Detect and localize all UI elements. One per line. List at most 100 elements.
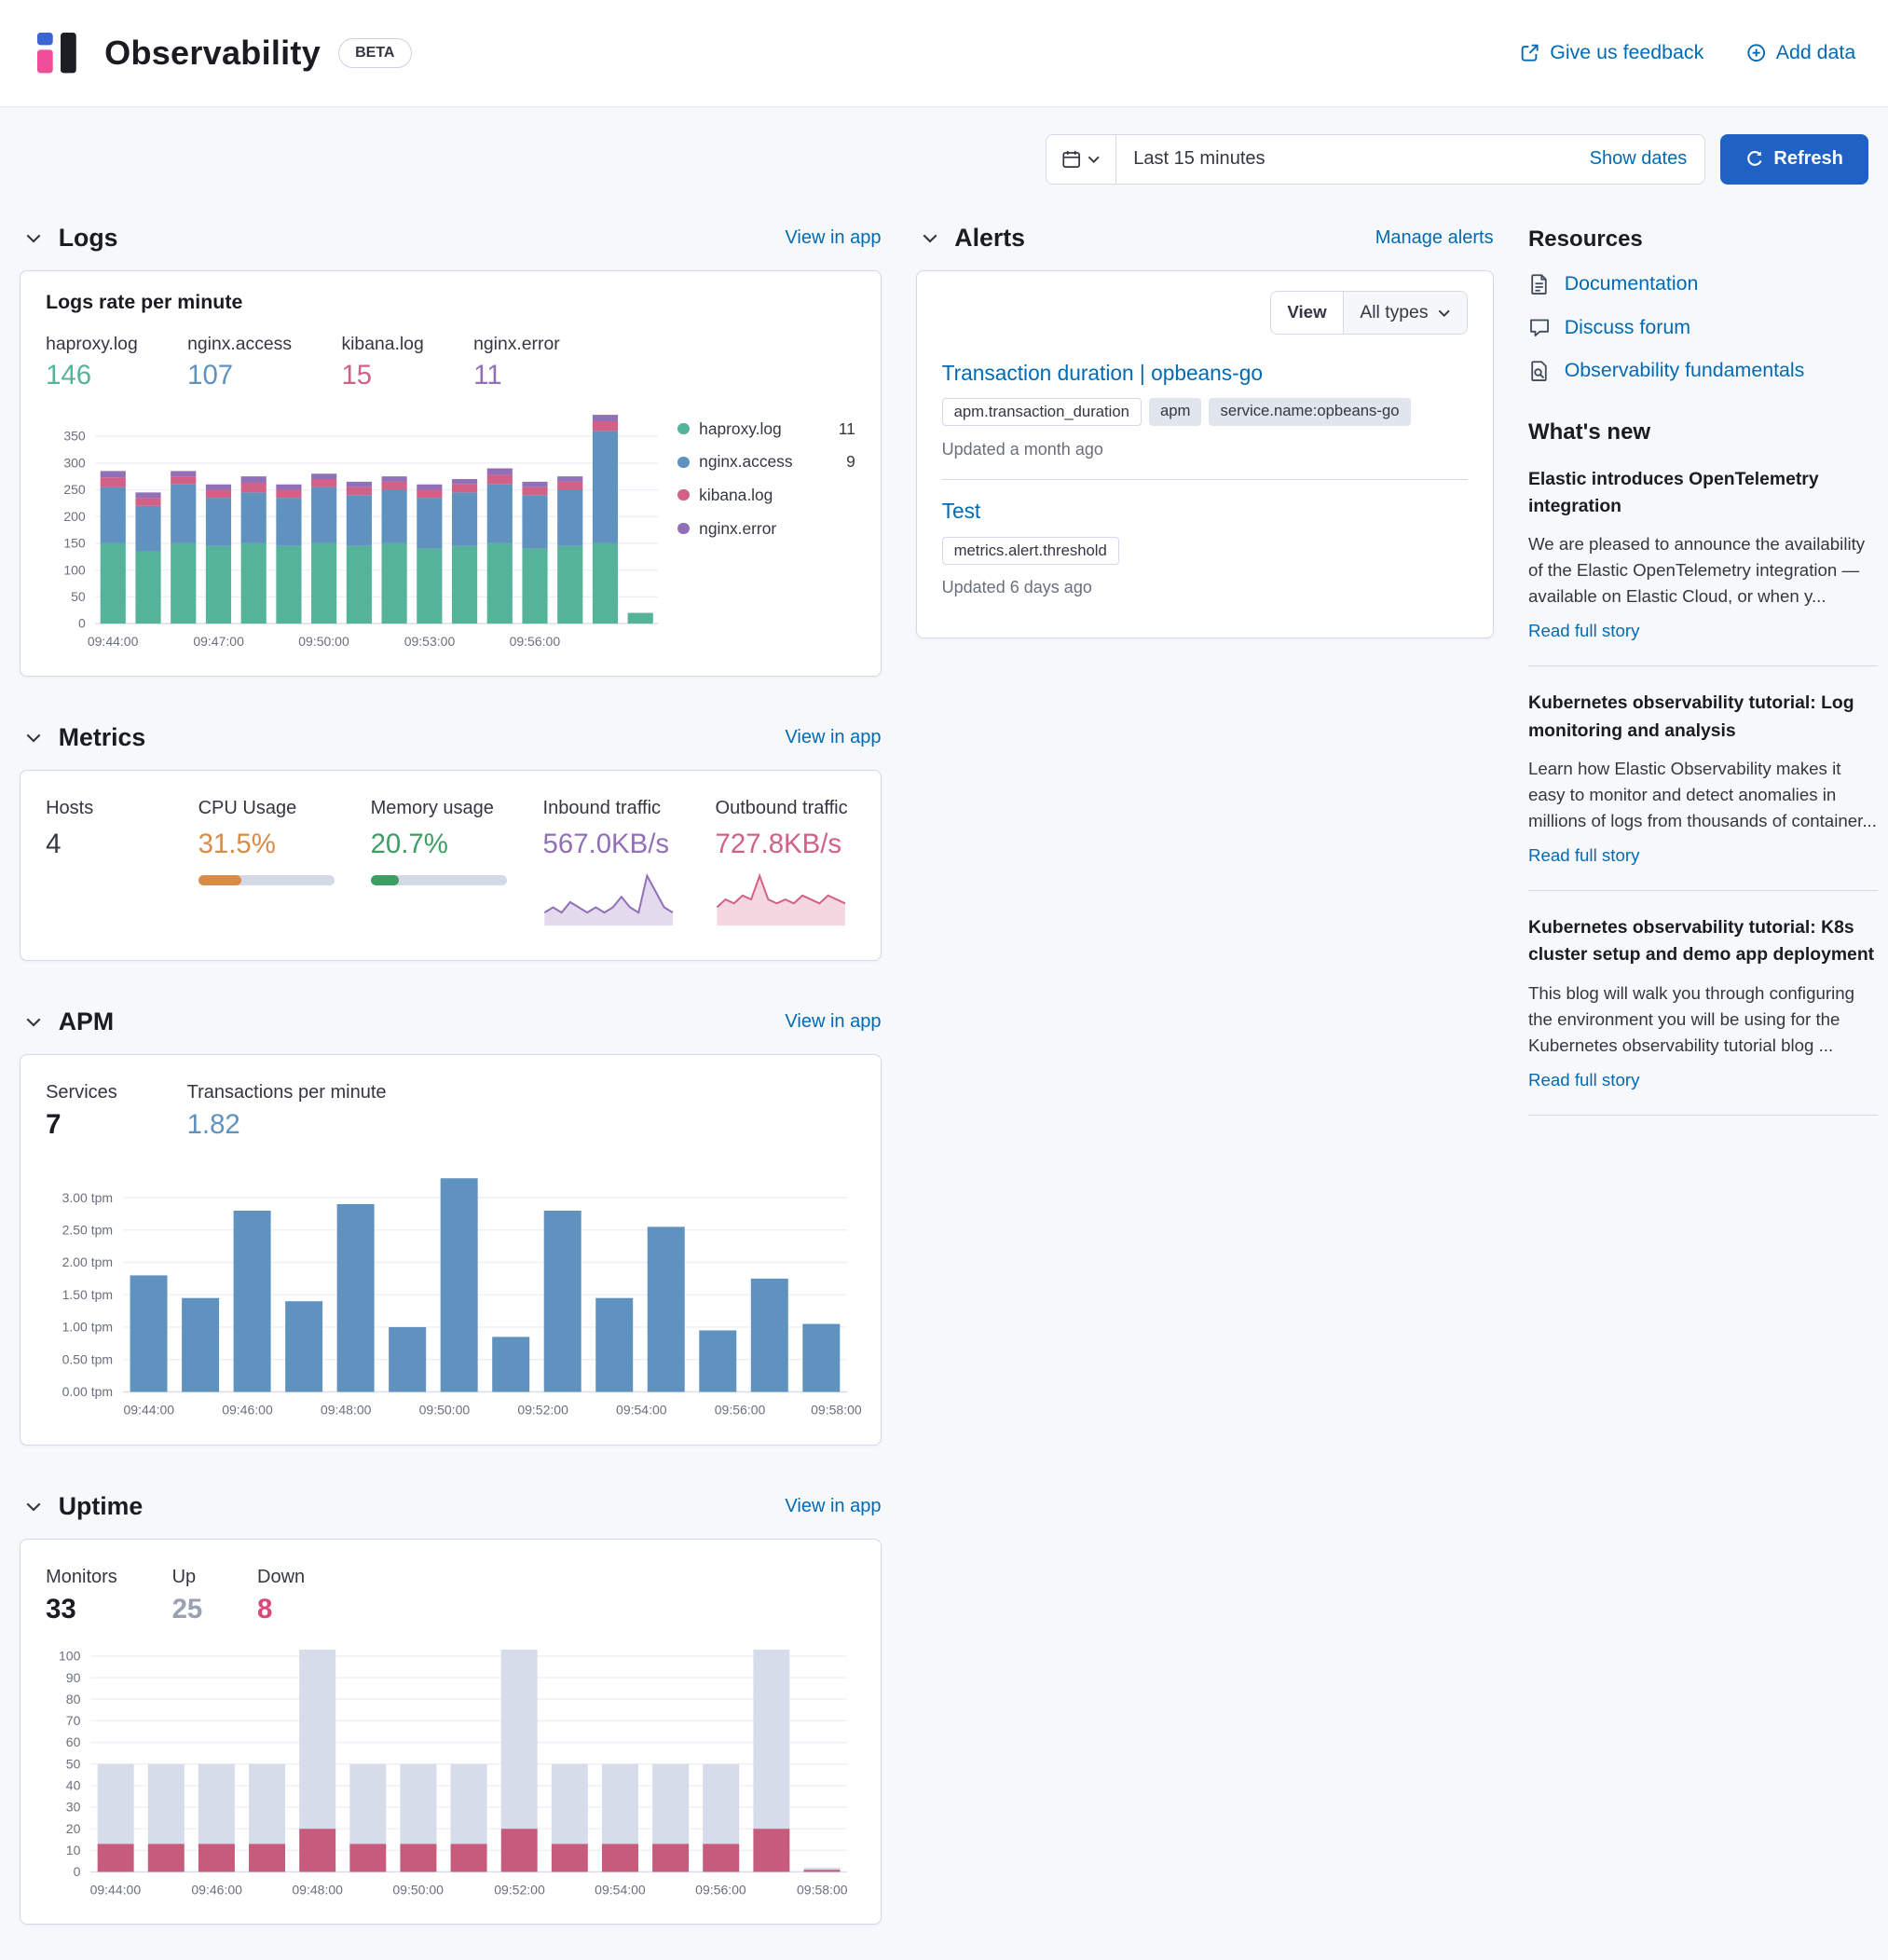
logs-view-in-app-link[interactable]: View in app <box>785 227 881 249</box>
svg-text:300: 300 <box>63 455 86 470</box>
observability-fundamentals-link[interactable]: Observability fundamentals <box>1528 359 1878 382</box>
svg-text:3.00 tpm: 3.00 tpm <box>62 1190 114 1205</box>
quick-select-button[interactable] <box>1047 135 1115 183</box>
uptime-section-header: Uptime View in app <box>20 1492 881 1521</box>
refresh-button[interactable]: Refresh <box>1720 134 1868 184</box>
metrics-collapse-chevron-icon[interactable] <box>20 724 47 751</box>
add-data-link[interactable]: Add data <box>1746 41 1856 64</box>
give-feedback-link[interactable]: Give us feedback <box>1520 41 1703 64</box>
fundamentals-icon <box>1528 360 1551 382</box>
svg-text:09:44:00: 09:44:00 <box>124 1403 175 1418</box>
alert-title-link[interactable]: Test <box>942 499 981 523</box>
alerts-type-filter: View All types <box>1270 291 1468 334</box>
read-full-story-link[interactable]: Read full story <box>1528 621 1639 641</box>
beta-badge: BETA <box>338 38 412 68</box>
logs-panel-title: Logs rate per minute <box>46 291 855 314</box>
svg-text:100: 100 <box>63 562 86 577</box>
logs-chart-legend: haproxy.log 11 nginx.access 9 kibana.log <box>677 419 855 553</box>
svg-text:40: 40 <box>66 1777 81 1792</box>
svg-text:50: 50 <box>66 1756 81 1771</box>
document-icon <box>1528 273 1551 295</box>
logs-section-title: Logs <box>59 224 118 253</box>
svg-text:90: 90 <box>66 1669 81 1684</box>
apm-collapse-chevron-icon[interactable] <box>20 1008 47 1035</box>
observability-logo-icon <box>33 28 82 77</box>
alerts-section-header: Alerts Manage alerts <box>916 224 1494 253</box>
alert-updated-text: Updated a month ago <box>942 440 1468 459</box>
legend-item[interactable]: kibana.log <box>677 486 855 505</box>
logs-stats-row: haproxy.log 146 nginx.access 107 kibana.… <box>46 332 855 391</box>
svg-text:09:44:00: 09:44:00 <box>90 1882 142 1897</box>
calendar-icon <box>1061 149 1081 169</box>
apm-view-in-app-link[interactable]: View in app <box>785 1011 881 1033</box>
read-full-story-link[interactable]: Read full story <box>1528 845 1639 866</box>
logs-stat: haproxy.log 146 <box>46 332 138 391</box>
alert-badge: apm <box>1149 398 1202 426</box>
svg-text:1.50 tpm: 1.50 tpm <box>62 1287 114 1302</box>
svg-text:70: 70 <box>66 1713 81 1728</box>
up-stat: Up 25 <box>172 1565 203 1625</box>
inbound-traffic-sparkline <box>543 870 683 926</box>
monitors-stat: Monitors 33 <box>46 1565 117 1625</box>
metrics-section-header: Metrics View in app <box>20 723 881 752</box>
apm-panel: Services 7 Transactions per minute 1.82 … <box>20 1054 881 1446</box>
transactions-per-minute-stat: Transactions per minute 1.82 <box>187 1080 387 1141</box>
refresh-icon <box>1745 150 1764 169</box>
uptime-collapse-chevron-icon[interactable] <box>20 1493 47 1520</box>
alerts-collapse-chevron-icon[interactable] <box>916 225 943 252</box>
discuss-forum-link[interactable]: Discuss forum <box>1528 316 1878 339</box>
legend-item[interactable]: haproxy.log 11 <box>677 419 855 439</box>
show-dates-link[interactable]: Show dates <box>1572 148 1704 170</box>
outbound-traffic-sparkline <box>716 870 855 926</box>
logs-section-header: Logs View in app <box>20 224 881 253</box>
alert-badge: service.name:opbeans-go <box>1209 398 1410 426</box>
metrics-section-title: Metrics <box>59 723 146 752</box>
svg-text:09:48:00: 09:48:00 <box>292 1882 343 1897</box>
whats-new-heading: What's new <box>1528 419 1878 445</box>
svg-text:0: 0 <box>74 1864 81 1879</box>
svg-text:09:50:00: 09:50:00 <box>298 634 349 649</box>
svg-text:50: 50 <box>71 589 86 604</box>
alert-type-select[interactable]: All types <box>1344 292 1467 333</box>
svg-text:09:58:00: 09:58:00 <box>797 1882 848 1897</box>
logs-stat: nginx.error 11 <box>473 332 560 391</box>
uptime-monitors-chart: 010203040506070809010009:44:0009:46:0009… <box>46 1633 855 1904</box>
logs-stat: nginx.access 107 <box>187 332 292 391</box>
manage-alerts-link[interactable]: Manage alerts <box>1375 227 1494 249</box>
read-full-story-link[interactable]: Read full story <box>1528 1070 1639 1090</box>
uptime-view-in-app-link[interactable]: View in app <box>785 1496 881 1517</box>
alert-item: Transaction duration | opbeans-go apm.tr… <box>942 342 1468 479</box>
svg-text:09:46:00: 09:46:00 <box>222 1403 273 1418</box>
legend-item[interactable]: nginx.error <box>677 519 855 539</box>
svg-text:09:50:00: 09:50:00 <box>419 1403 471 1418</box>
app-header: Observability BETA Give us feedback Add … <box>0 0 1888 107</box>
logs-panel: Logs rate per minute haproxy.log 146 ngi… <box>20 270 881 677</box>
uptime-section-title: Uptime <box>59 1492 144 1521</box>
svg-text:09:54:00: 09:54:00 <box>616 1403 667 1418</box>
news-item: Kubernetes observability tutorial: K8s c… <box>1528 914 1878 1090</box>
svg-text:09:56:00: 09:56:00 <box>695 1882 746 1897</box>
svg-text:09:46:00: 09:46:00 <box>191 1882 242 1897</box>
documentation-link[interactable]: Documentation <box>1528 272 1878 295</box>
svg-text:350: 350 <box>63 428 86 443</box>
overview-content: Logs View in app Logs rate per minute ha… <box>0 212 1888 1960</box>
metrics-view-in-app-link[interactable]: View in app <box>785 727 881 748</box>
svg-text:0: 0 <box>78 615 86 630</box>
alert-title-link[interactable]: Transaction duration | opbeans-go <box>942 361 1263 385</box>
alert-item: Test metrics.alert.threshold Updated 6 d… <box>942 479 1468 617</box>
logs-collapse-chevron-icon[interactable] <box>20 225 47 252</box>
svg-text:80: 80 <box>66 1692 81 1706</box>
legend-item[interactable]: nginx.access 9 <box>677 452 855 472</box>
alert-badge: metrics.alert.threshold <box>942 537 1119 565</box>
time-range-value[interactable]: Last 15 minutes <box>1116 148 1572 170</box>
resources-heading: Resources <box>1528 226 1878 253</box>
alerts-section-title: Alerts <box>954 224 1025 253</box>
outbound-traffic-metric: Outbound traffic 727.8KB/s <box>716 796 855 927</box>
plus-circle-icon <box>1746 43 1766 62</box>
svg-text:250: 250 <box>63 482 86 497</box>
svg-text:1.00 tpm: 1.00 tpm <box>62 1320 114 1335</box>
page-title: Observability <box>104 34 321 73</box>
svg-text:2.00 tpm: 2.00 tpm <box>62 1254 114 1269</box>
uptime-panel: Monitors 33 Up 25 Down 8 010203040506070… <box>20 1539 881 1925</box>
svg-text:150: 150 <box>63 535 86 550</box>
